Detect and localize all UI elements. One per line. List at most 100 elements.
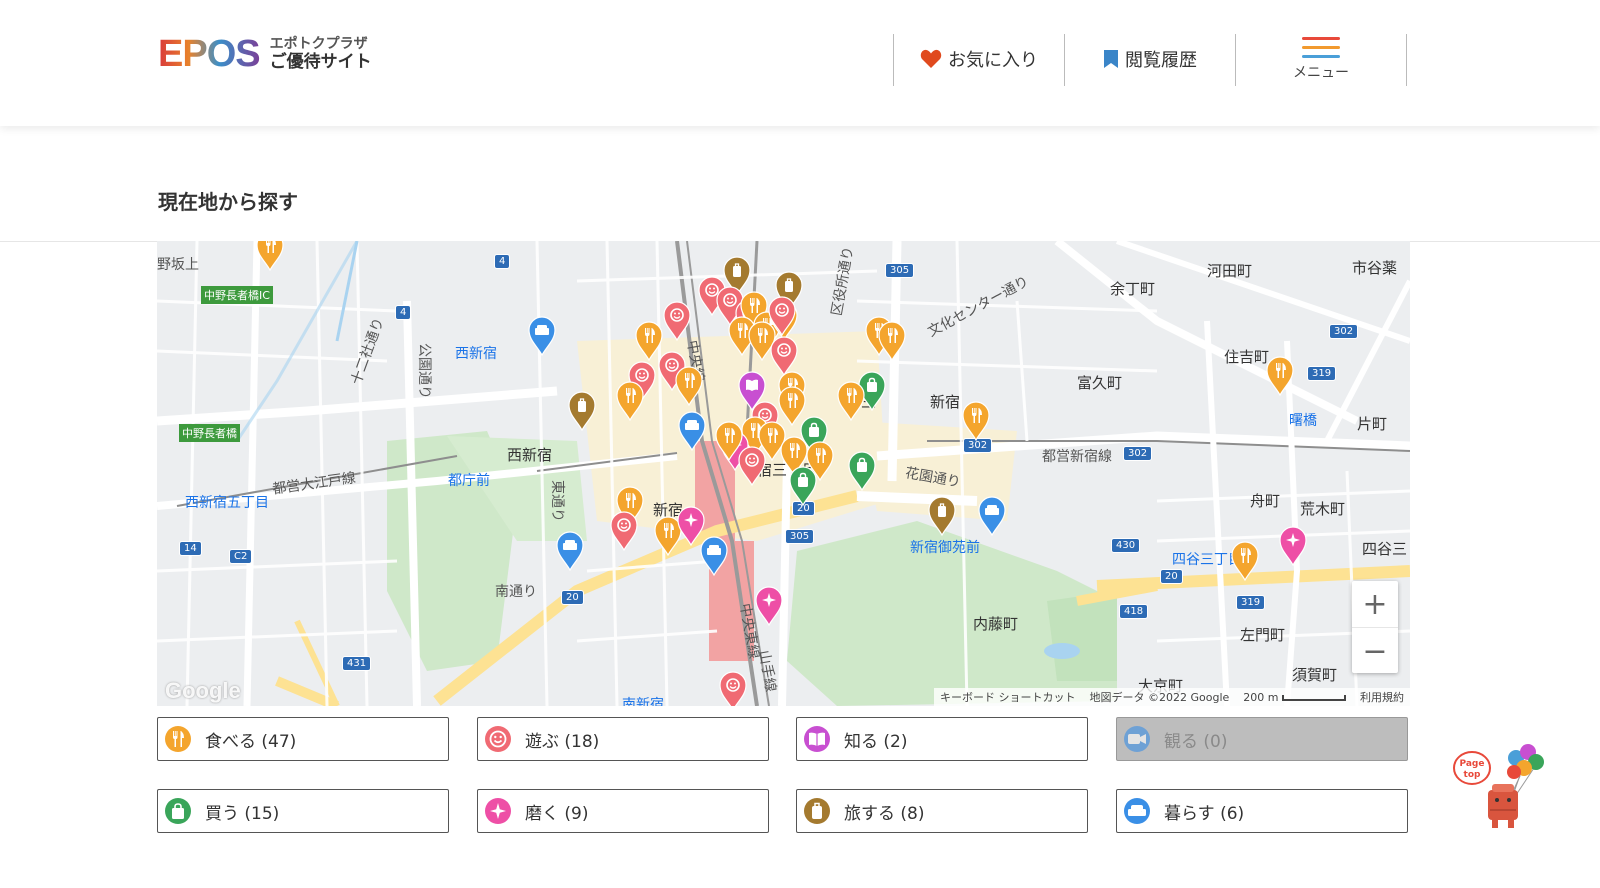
map-pin-sofa[interactable] [527, 316, 557, 357]
map-label-yotsuya: 四谷三 [1362, 540, 1408, 558]
route-badge: 302 [1123, 446, 1153, 461]
map-pin-sofa[interactable] [977, 496, 1007, 537]
category-eat-button[interactable]: 食べる (47) [157, 717, 449, 761]
route-badge: C2 [229, 549, 253, 564]
map-pin-smile[interactable] [609, 511, 639, 552]
route-badge: 319 [1236, 595, 1266, 610]
map-pin-fork-knife[interactable] [836, 381, 866, 422]
route-badge: 305 [885, 263, 915, 278]
menu-button[interactable]: メニュー [1236, 34, 1406, 84]
map-pin-smile[interactable] [718, 671, 748, 706]
category-label: 買う (15) [205, 803, 280, 824]
category-watch-button[interactable]: 観る (0) [1116, 717, 1408, 761]
route-badge: 4 [494, 254, 511, 269]
category-learn-button[interactable]: 知る (2) [796, 717, 1088, 761]
epos-logo[interactable]: EPOS エポトクプラザ ご優待サイト [158, 34, 372, 74]
page-top-button[interactable]: Page top [1452, 736, 1548, 832]
map-label-nishishinjuku: 西新宿 [507, 446, 553, 464]
map-label-arakicho: 荒木町 [1300, 500, 1346, 518]
map-pin-sofa[interactable] [677, 411, 707, 452]
category-label: 遊ぶ (18) [525, 731, 600, 752]
map-pin-sparkle[interactable] [754, 586, 784, 627]
map-pin-shopping-bag[interactable] [847, 451, 877, 492]
map-label-koen-dori: 公園通り [416, 343, 432, 399]
map-pin-fork-knife[interactable] [714, 421, 744, 462]
map-pin-smile[interactable] [662, 301, 692, 342]
zoom-out-button[interactable]: − [1352, 628, 1398, 674]
route-badge: 319 [1307, 366, 1337, 381]
bookmark-icon [1103, 49, 1119, 69]
terms-link[interactable]: 利用規約 [1360, 689, 1404, 705]
map-label-minamishinjuku: 南新宿 [622, 697, 664, 706]
map-label-nakano-choja: 中野長者橋 [179, 424, 240, 442]
map-pin-fork-knife[interactable] [877, 321, 907, 362]
category-label: 磨く (9) [525, 803, 589, 824]
header-nav: お気に入り 閲覧履歴 メニュー [893, 34, 1407, 86]
google-logo: Google [165, 678, 241, 703]
map-label-tomihisacho: 富久町 [1077, 374, 1123, 392]
history-link[interactable]: 閲覧履歴 [1065, 34, 1235, 84]
suitcase-icon [804, 798, 830, 824]
map-label-sumiyoshicho: 住吉町 [1224, 348, 1270, 366]
zoom-in-button[interactable]: + [1352, 581, 1398, 627]
map-pin-fork-knife[interactable] [1230, 541, 1260, 582]
route-badge: 302 [1329, 324, 1359, 339]
map-pin-suitcase[interactable] [927, 496, 957, 537]
category-living-button[interactable]: 暮らす (6) [1116, 789, 1408, 833]
map-label-shinjuku: 新宿 [930, 393, 961, 411]
page-top-mascot-icon: Page top [1453, 744, 1544, 828]
map-label-samoncho: 左門町 [1240, 626, 1286, 644]
logo-subtitle: エポトクプラザ [269, 36, 368, 52]
heart-icon [920, 49, 942, 69]
map-pin-fork-knife[interactable] [961, 401, 991, 442]
map-pin-sparkle[interactable] [1278, 526, 1308, 567]
map-pin-fork-knife[interactable] [674, 366, 704, 407]
smile-icon [485, 726, 511, 752]
map-pin-smile[interactable] [767, 296, 797, 337]
menu-label: メニュー [1293, 64, 1349, 81]
map-label-funamachi: 舟町 [1250, 492, 1281, 510]
map-view[interactable]: 西新宿 西新宿 都庁前 西新宿五丁目 新宿御苑前 四谷三丁目 曙橋 四谷三 内藤… [157, 241, 1410, 706]
map-label-tochomae: 都庁前 [448, 473, 490, 489]
map-pin-suitcase[interactable] [567, 391, 597, 432]
map-pin-fork-knife[interactable] [255, 241, 285, 272]
shopping-bag-icon [165, 798, 191, 824]
category-travel-button[interactable]: 旅する (8) [796, 789, 1088, 833]
site-header: EPOS エポトクプラザ ご優待サイト お気に入り 閲覧履歴 メニュー [0, 0, 1600, 126]
category-shop-button[interactable]: 買う (15) [157, 789, 449, 833]
logo-title: ご優待サイト [269, 52, 372, 72]
map-label-akebonobashi: 曙橋 [1289, 413, 1317, 429]
map-attribution: キーボード ショートカット 地図データ ©2022 Google 200 m 利… [934, 688, 1410, 706]
fork-knife-icon [165, 726, 191, 752]
page-title: 現在地から探す [158, 190, 298, 214]
map-label-shinjuku-gyoemmae: 新宿御苑前 [910, 540, 980, 556]
map-scale: 200 m [1243, 691, 1346, 704]
map-label-sugacho: 須賀町 [1292, 666, 1338, 684]
map-label-nakano-choja-ic: 中野長者橋IC [201, 286, 273, 304]
route-badge: 431 [342, 656, 372, 671]
video-icon [1124, 726, 1150, 752]
route-badge: 20 [1160, 569, 1183, 584]
category-label: 旅する (8) [844, 803, 925, 824]
category-label: 暮らす (6) [1164, 803, 1245, 824]
history-label: 閲覧履歴 [1125, 50, 1197, 71]
map-pin-shopping-bag[interactable] [788, 466, 818, 507]
favorites-link[interactable]: お気に入り [894, 34, 1064, 84]
map-pin-smile[interactable] [769, 336, 799, 377]
sofa-icon [1124, 798, 1150, 824]
map-label-toei-shinjuku: 都営新宿線 [1042, 449, 1112, 465]
map-label-nishishinjuku-station: 西新宿 [455, 346, 497, 362]
map-pin-sofa[interactable] [699, 536, 729, 577]
category-label: 観る (0) [1164, 731, 1228, 752]
map-pin-fork-knife[interactable] [1265, 356, 1295, 397]
map-pin-fork-knife[interactable] [615, 381, 645, 422]
keyboard-shortcuts-link[interactable]: キーボード ショートカット [940, 689, 1076, 705]
map-pin-sofa[interactable] [555, 531, 585, 572]
category-beauty-button[interactable]: 磨く (9) [477, 789, 769, 833]
zoom-controls: + − [1352, 581, 1398, 673]
map-label-yochomachi: 余丁町 [1110, 280, 1156, 298]
map-label-katamachi: 片町 [1357, 415, 1388, 433]
category-label: 知る (2) [844, 731, 908, 752]
map-label-higashi-dori: 東通り [549, 480, 565, 522]
category-play-button[interactable]: 遊ぶ (18) [477, 717, 769, 761]
